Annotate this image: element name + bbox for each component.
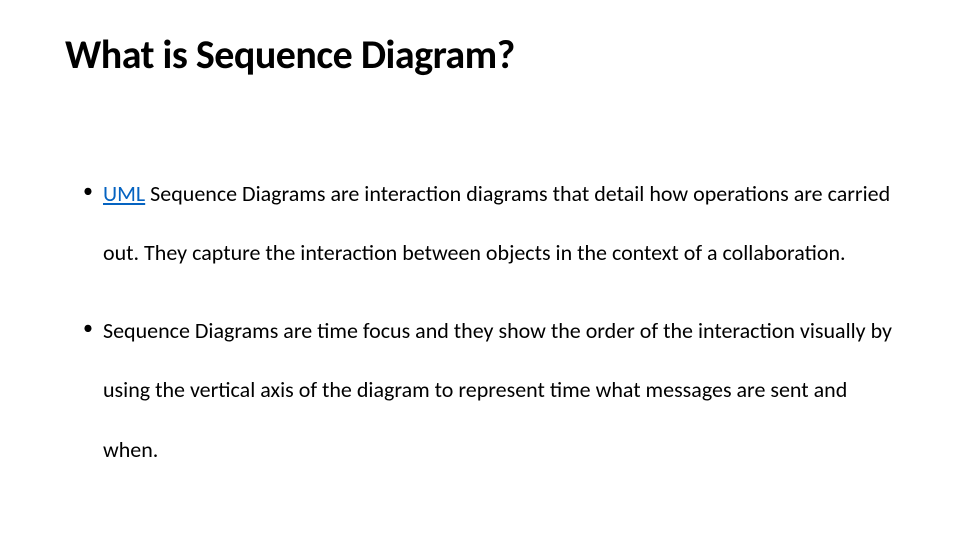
bullet-list: UML Sequence Diagrams are interaction di… xyxy=(65,164,895,479)
bullet-item-2: Sequence Diagrams are time focus and the… xyxy=(83,301,895,479)
uml-link[interactable]: UML xyxy=(103,180,145,207)
bullet-item-1: UML Sequence Diagrams are interaction di… xyxy=(83,164,895,283)
slide-title: What is Sequence Diagram? xyxy=(65,30,895,79)
bullet-text-2: Sequence Diagrams are time focus and the… xyxy=(103,317,892,463)
bullet-text-1: Sequence Diagrams are interaction diagra… xyxy=(103,180,890,266)
